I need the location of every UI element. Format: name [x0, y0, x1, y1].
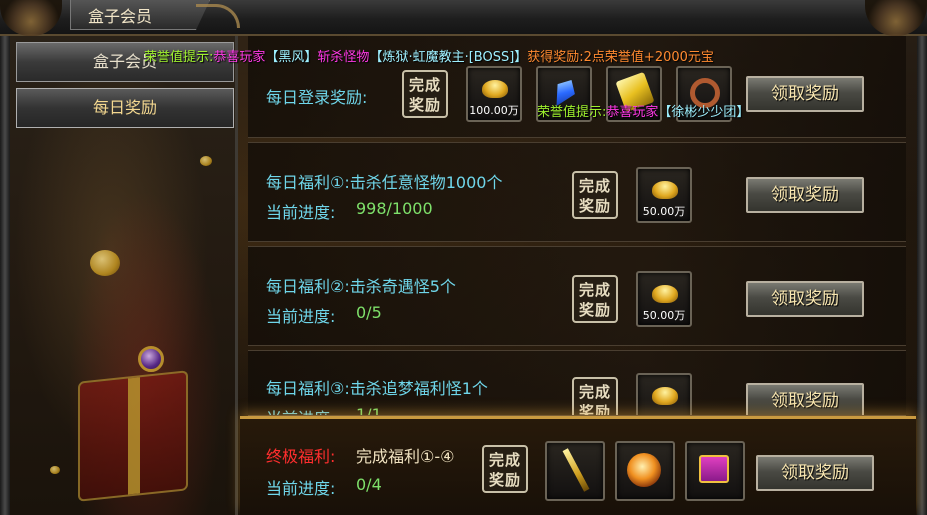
- reward-slot[interactable]: [615, 441, 675, 501]
- complete-reward-stamp: 完成 奖励: [402, 70, 448, 118]
- progress-label: 当前进度:: [266, 405, 335, 415]
- progress-label: 当前进度:: [266, 203, 336, 222]
- daily-task-row: 每日福利②:击杀奇遇怪5个 当前进度: 0/5 完成 奖励 50.00万 领取奖励: [248, 246, 906, 346]
- complete-reward-stamp: 完成 奖励: [482, 445, 528, 493]
- claim-reward-button[interactable]: 领取奖励: [746, 383, 864, 415]
- daily-task-row: 每日福利③:击杀追梦福利怪1个 当前进度: 1/1 完成奖励 领取奖励: [248, 350, 906, 416]
- gold-ingot-icon: [482, 80, 508, 98]
- gold-ingot-icon: [652, 181, 678, 199]
- swirl-ornament-icon: [196, 4, 240, 28]
- honor-ticker: 荣誉值提示:恭喜玩家【徐彬少少团】: [537, 105, 750, 120]
- gold-coin-icon: [50, 466, 60, 474]
- task-title: 每日福利②:击杀奇遇怪5个: [266, 277, 456, 296]
- reward-slot[interactable]: 100.00万: [466, 66, 522, 122]
- progress-value: 998/1000: [356, 199, 433, 218]
- reward-slot[interactable]: 50.00万: [636, 271, 692, 327]
- gold-coin-icon: [90, 250, 120, 276]
- reward-slot[interactable]: [636, 373, 692, 415]
- progress-value: 1/1: [356, 405, 382, 416]
- progress-value: 0/4: [356, 475, 382, 494]
- progress-value: 0/5: [356, 303, 382, 322]
- reward-amount: 100.00万: [469, 104, 519, 117]
- daily-login-title: 每日登录奖励:: [266, 88, 368, 107]
- right-frame-border: [917, 36, 927, 515]
- title-bar: 盒子会员: [0, 0, 927, 36]
- sidebar: 盒子会员 每日奖励: [10, 36, 238, 515]
- reward-slot[interactable]: [685, 441, 745, 501]
- task-title: 每日福利①:击杀任意怪物1000个: [266, 173, 503, 192]
- ultimate-desc: 完成福利①-④: [356, 447, 455, 466]
- gift-box-icon: [699, 455, 729, 483]
- reward-slot[interactable]: 50.00万: [636, 167, 692, 223]
- progress-label: 当前进度:: [266, 307, 336, 326]
- daily-task-row: 每日福利①:击杀任意怪物1000个 当前进度: 998/1000 完成 奖励 50…: [248, 142, 906, 242]
- complete-reward-stamp: 完成 奖励: [572, 275, 618, 323]
- reward-amount: 50.00万: [642, 205, 686, 218]
- gold-sword-icon: [562, 448, 590, 492]
- gold-ingot-icon: [652, 387, 678, 405]
- dragon-ornament-icon: [0, 0, 62, 36]
- window-title: 盒子会员: [88, 7, 153, 26]
- fire-orb-icon: [627, 453, 661, 487]
- dragon-ornament-icon: [865, 0, 927, 36]
- ultimate-reward-row: 终极福利: 完成福利①-④ 当前进度: 0/4 完成 奖励 领取奖励: [240, 416, 916, 515]
- task-title: 每日福利③:击杀追梦福利怪1个: [266, 379, 488, 398]
- gold-coin-icon: [200, 156, 212, 166]
- gold-ingot-icon: [652, 285, 678, 303]
- honor-ticker: 荣誉值提示:恭喜玩家【黑风】斩杀怪物【炼狱·虹魔教主·[BOSS]】获得奖励:2…: [144, 50, 714, 65]
- claim-reward-button[interactable]: 领取奖励: [746, 281, 864, 317]
- reward-amount: 50.00万: [642, 309, 686, 322]
- claim-reward-button[interactable]: 领取奖励: [746, 177, 864, 213]
- progress-label: 当前进度:: [266, 479, 336, 498]
- reward-slot[interactable]: [545, 441, 605, 501]
- tab-daily-reward[interactable]: 每日奖励: [16, 88, 234, 128]
- gift-box-decoration: [78, 370, 188, 502]
- game-window: 盒子会员 盒子会员 每日奖励 每日登录奖励: 完成 奖励 100.00万 领取奖…: [0, 0, 927, 515]
- claim-ultimate-button[interactable]: 领取奖励: [756, 455, 874, 491]
- complete-reward-stamp: 完成 奖励: [572, 171, 618, 219]
- gem-decoration-icon: [138, 346, 164, 372]
- ultimate-title: 终极福利:: [266, 447, 336, 466]
- left-frame-border: [0, 36, 10, 515]
- complete-reward-stamp: 完成 奖励: [572, 377, 618, 415]
